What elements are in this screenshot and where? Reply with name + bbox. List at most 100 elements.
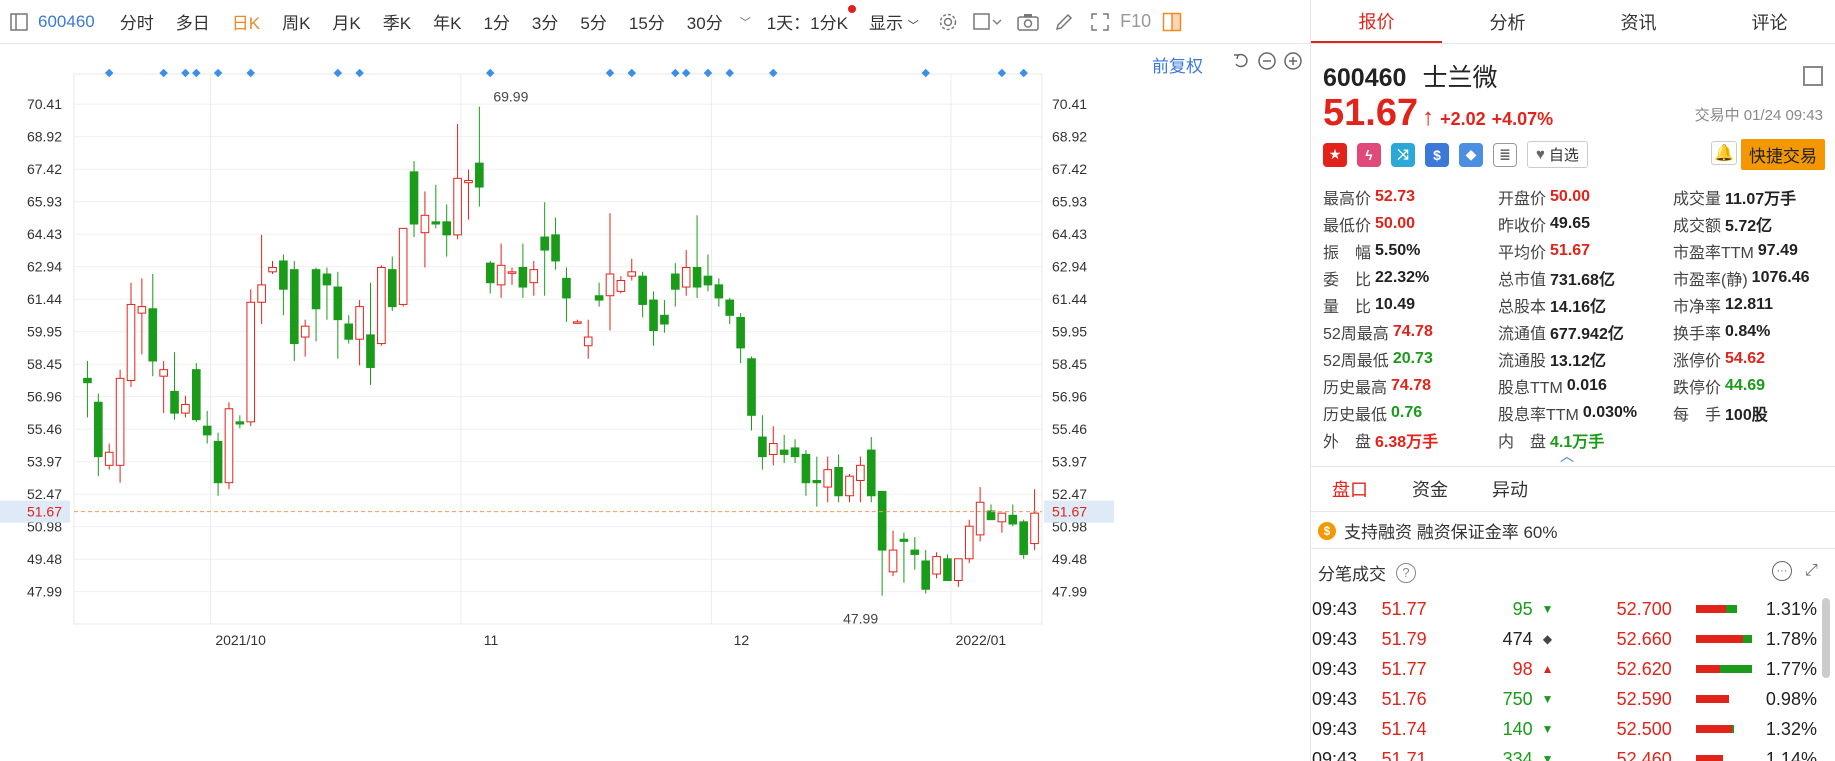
detail-tab[interactable]: 资金 (1390, 467, 1470, 511)
settings-gear-icon[interactable] (930, 0, 966, 44)
event-marker (333, 68, 343, 78)
chevron-up-icon[interactable]: ︿ (1560, 446, 1574, 466)
period-tab[interactable]: 月K (321, 9, 371, 34)
arrow-up-icon: ▲ (1541, 662, 1554, 676)
kline-chart-area[interactable]: 70.41 70.41 68.92 68.92 67.42 67.42 65.93 65.93… (0, 44, 1310, 761)
trade-row: 09:43 51.76 750 ▼ 52.590 0.98% (1312, 684, 1817, 714)
period-tab[interactable]: 15分 (618, 9, 676, 34)
stat-value: 0.84% (1725, 322, 1771, 340)
panel-tab[interactable]: 资讯 (1573, 0, 1704, 43)
more-icon[interactable]: ··· (1772, 561, 1792, 581)
stat-item: 开盘价 50.00 (1498, 183, 1673, 210)
ratio-bar (1695, 665, 1756, 673)
y-tick-label-right: 55.46 (1052, 421, 1087, 437)
event-marker (355, 68, 364, 78)
candle-body (431, 221, 441, 225)
display-label: 显示 (868, 14, 903, 33)
pencil-icon[interactable] (1046, 0, 1082, 44)
period-select[interactable]: 1天：1分K (757, 5, 858, 34)
dollar-icon[interactable]: $ (1425, 142, 1449, 167)
period-tab[interactable]: 年K (422, 9, 472, 34)
event-marker (485, 68, 495, 78)
detail-tab[interactable]: 盘口 (1310, 467, 1390, 511)
candle-body (834, 466, 843, 497)
detail-tab[interactable]: 异动 (1470, 467, 1550, 511)
y-tick-label-left: 64.43 (27, 226, 62, 242)
quick-trade-button[interactable]: 快捷交易 (1741, 139, 1825, 170)
stat-value: 100股 (1725, 406, 1768, 424)
undo-icon[interactable] (1230, 50, 1252, 72)
period-tab[interactable]: 30分 (676, 9, 734, 34)
candle-body (115, 377, 125, 466)
trade-time: 09:43 (1312, 628, 1358, 649)
document-icon[interactable]: ≣ (1493, 142, 1517, 167)
period-tab[interactable]: 分时 (109, 9, 165, 34)
y-tick-label-left: 49.48 (27, 551, 62, 567)
ratio-bar (1695, 635, 1756, 643)
stat-item: 52周最低 20.73 (1323, 345, 1498, 372)
f10-button[interactable]: F10 (1118, 0, 1154, 44)
diamond-icon: ◆ (1542, 632, 1553, 646)
stat-value: 0.016 (1566, 376, 1607, 394)
arrow-down-icon: ▼ (1541, 692, 1554, 706)
period-tab[interactable]: 季K (372, 9, 422, 34)
y-tick-label-left: 59.95 (27, 324, 62, 340)
panel-tab[interactable]: 分析 (1442, 0, 1573, 43)
display-menu[interactable]: 显示 ﹀ (858, 9, 930, 34)
panel-tab[interactable]: 报价 (1311, 0, 1442, 43)
trade-pct: 0.98% (1765, 688, 1817, 709)
zoom-in-icon[interactable] (1282, 50, 1304, 72)
candle-body (279, 260, 288, 290)
help-icon[interactable]: ? (1396, 562, 1416, 583)
stock-code: 600460 (1323, 64, 1407, 92)
stat-item: 委 比 22.32% (1323, 264, 1498, 291)
china-flag-icon[interactable]: ★ (1323, 142, 1347, 167)
candle-body (442, 221, 452, 236)
low-price-annotation: 47.99 (843, 611, 878, 627)
stat-item: 振 幅 5.50% (1323, 237, 1498, 264)
panel-toggle-icon[interactable] (1154, 0, 1190, 44)
draw-box-icon[interactable] (966, 0, 1010, 44)
stat-value: 52.73 (1375, 187, 1416, 205)
layout-icon[interactable] (1803, 66, 1823, 86)
stat-label: 市净率 (1673, 298, 1722, 316)
fullscreen-icon[interactable] (1082, 0, 1118, 44)
stat-label: 市盈率TTM (1673, 244, 1754, 262)
lightning-icon[interactable]: ϟ (1357, 142, 1381, 167)
adjustment-toggle[interactable]: 前复权 (1152, 52, 1203, 77)
scrollbar[interactable] (1822, 598, 1830, 678)
x-tick-label: 2021/10 (215, 632, 266, 648)
period-tab[interactable]: 日K (221, 9, 271, 34)
stat-label: 外 盘 (1323, 433, 1372, 451)
candle-body (213, 440, 223, 484)
chevron-down-icon[interactable]: ﹀ (740, 14, 751, 30)
y-tick-label-right: 67.42 (1052, 161, 1087, 177)
sidebar-toggle-icon[interactable] (0, 0, 38, 44)
period-tab[interactable]: 1分 (472, 9, 520, 34)
period-tab[interactable]: 多日 (165, 9, 221, 34)
stat-label: 52周最高 (1323, 325, 1389, 343)
chart-toolbar: 600460 分时 多日 日K 周K 月K 季K 年K 1分 3分 5分 15分 30分 ﹀ 1天：1… (0, 0, 1310, 44)
candlestick-chart[interactable]: 70.41 70.41 68.92 68.92 67.42 67.42 65.93 65.93… (0, 44, 1310, 761)
add-watchlist-button[interactable]: ♥ 自选 (1527, 141, 1588, 168)
stat-value: 97.49 (1757, 241, 1798, 259)
stat-item: 股息率TTM 0.030% (1498, 399, 1673, 426)
y-tick-label-left: 62.94 (27, 259, 62, 275)
stock-code-link[interactable]: 600460 (38, 12, 95, 32)
period-tab[interactable]: 周K (271, 9, 321, 34)
y-tick-label-left: 47.99 (27, 584, 62, 600)
period-tab[interactable]: 3分 (521, 9, 569, 34)
zoom-out-icon[interactable] (1256, 50, 1278, 72)
current-price-label-left: 51.67 (27, 504, 62, 520)
ratio-bar-green (1725, 605, 1738, 613)
camera-icon[interactable] (1010, 0, 1046, 44)
period-tab[interactable]: 5分 (569, 9, 617, 34)
candle-body (529, 269, 539, 284)
tag-icon[interactable]: ◆ (1459, 142, 1483, 167)
bell-icon[interactable]: 🔔 (1711, 141, 1737, 165)
panel-tab[interactable]: 评论 (1704, 0, 1835, 43)
y-tick-label-right: 53.97 (1052, 454, 1087, 470)
shuffle-icon[interactable]: ⤨ (1391, 142, 1415, 167)
expand-icon[interactable]: ⤢ (1805, 562, 1818, 580)
stat-item: 平均价 51.67 (1498, 237, 1673, 264)
